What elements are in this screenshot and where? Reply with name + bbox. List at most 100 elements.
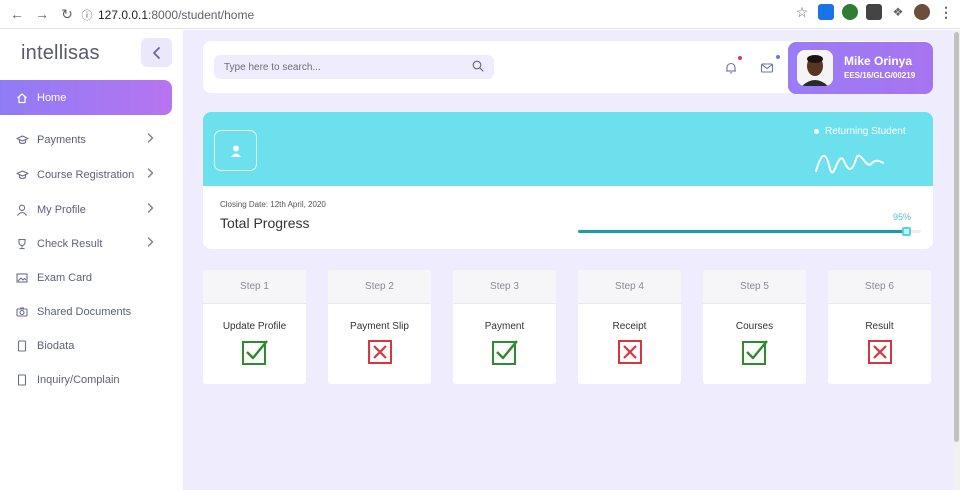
image-icon (15, 271, 29, 285)
sidebar-collapse-button[interactable] (141, 38, 172, 67)
step-title: Payment (484, 321, 525, 332)
sidebar-item-check-result[interactable]: Check Result (0, 226, 172, 261)
step-title: Result (865, 321, 894, 332)
sidebar-item-payments[interactable]: Payments (0, 122, 172, 157)
avatar (797, 50, 833, 86)
wave-icon (815, 154, 884, 174)
status-dot (814, 129, 819, 134)
extension-globe-icon[interactable] (842, 4, 858, 20)
step-card[interactable]: Step 2 Payment Slip (328, 270, 431, 384)
site-info-icon[interactable]: ⓘ (78, 7, 96, 23)
sidebar-item-exam-card[interactable]: Exam Card (0, 260, 172, 295)
mail-icon[interactable] (760, 61, 774, 75)
step-title: Receipt (612, 321, 647, 332)
user-icon (230, 145, 241, 157)
closing-date: Closing Date: 12th April, 2020 (220, 200, 326, 209)
sidebar-item-inquiry-complain[interactable]: Inquiry/Complain (0, 362, 172, 397)
step-number: Step 2 (328, 270, 431, 304)
step-card[interactable]: Step 4 Receipt (578, 270, 681, 384)
extension-dark-icon[interactable] (866, 4, 882, 20)
step-number: Step 1 (203, 270, 306, 304)
extension-screen-icon[interactable] (818, 4, 834, 20)
checkbox-cross-icon (867, 339, 893, 365)
checkbox-cross-icon (367, 339, 393, 365)
student-avatar-box (214, 130, 257, 171)
back-icon[interactable]: ← (6, 3, 28, 25)
forward-icon[interactable]: → (31, 3, 53, 25)
brand-logo: intellisas (21, 42, 100, 64)
step-card[interactable]: Step 1 Update Profile (203, 270, 306, 384)
sidebar: intellisas Home Payments Course Registrati… (0, 30, 183, 490)
kebab-menu-icon[interactable]: ⋮ (938, 4, 954, 20)
progress-card: Returning Student Closing Date: 12th Apr… (203, 112, 933, 249)
search-box[interactable] (214, 55, 494, 79)
scrollbar[interactable] (953, 30, 960, 490)
chevron-right-icon (147, 168, 154, 181)
bell-icon[interactable] (724, 61, 738, 75)
student-status: Returning Student (825, 126, 906, 137)
progress-handle (901, 227, 911, 236)
mortarboard-icon (15, 168, 29, 182)
step-number: Step 4 (578, 270, 681, 304)
document-icon (15, 373, 29, 387)
camera-icon (15, 305, 29, 319)
document-icon (15, 339, 29, 353)
profile-reg-number: EES/16/GLG/00219 (844, 71, 916, 80)
sidebar-item-label: Exam Card (37, 271, 93, 284)
checkbox-checked-icon (242, 339, 268, 365)
search-input[interactable] (214, 61, 464, 73)
mortarboard-icon (15, 133, 29, 147)
sidebar-item-label: Check Result (37, 237, 103, 250)
checkbox-checked-icon (492, 339, 518, 365)
browser-toolbar: ← → ↻ ⓘ 127.0.0.1:8000/student/home ☆ ❖ … (0, 0, 960, 29)
profile-card[interactable]: Mike Orinya EES/16/GLG/00219 (788, 42, 933, 94)
sidebar-item-course-registration[interactable]: Course Registration (0, 157, 172, 192)
checkbox-checked-icon (742, 339, 768, 365)
checkbox-cross-icon (617, 339, 643, 365)
extension-icons: ☆ ❖ ⋮ (786, 4, 954, 20)
notification-dot (738, 56, 742, 60)
message-dot (776, 55, 780, 59)
sidebar-item-label: Course Registration (37, 168, 135, 181)
sidebar-item-label: Inquiry/Complain (37, 373, 120, 386)
main-content: Mike Orinya EES/16/GLG/00219 Returning S… (183, 30, 953, 490)
chevron-right-icon (147, 133, 154, 146)
address-url: 127.0.0.1:8000/student/home (98, 8, 254, 22)
sidebar-item-label: Shared Documents (37, 305, 132, 318)
sidebar-item-label: Payments (37, 133, 86, 146)
sidebar-item-biodata[interactable]: Biodata (0, 328, 172, 363)
sidebar-item-label: Home (37, 91, 67, 104)
sidebar-item-shared-documents[interactable]: Shared Documents (0, 294, 172, 329)
step-card[interactable]: Step 5 Courses (703, 270, 806, 384)
home-icon (15, 91, 29, 105)
trophy-icon (15, 237, 29, 251)
progress-percent: 95% (893, 212, 912, 222)
puzzle-icon[interactable]: ❖ (890, 4, 906, 20)
search-icon[interactable] (472, 60, 484, 72)
user-icon (15, 203, 29, 217)
address-bar[interactable]: ⓘ 127.0.0.1:8000/student/home (78, 4, 814, 25)
chevron-left-icon (152, 46, 160, 59)
browser-profile-avatar[interactable] (914, 4, 930, 20)
chevron-right-icon (147, 203, 154, 216)
step-number: Step 5 (703, 270, 806, 304)
progress-title: Total Progress (220, 215, 310, 231)
sidebar-item-label: My Profile (37, 203, 86, 216)
url-path: :8000/student/home (148, 7, 255, 22)
reload-icon[interactable]: ↻ (56, 3, 78, 25)
progress-fill (578, 230, 904, 233)
step-card[interactable]: Step 3 Payment (453, 270, 556, 384)
sidebar-item-label: Biodata (37, 339, 75, 352)
bookmark-star-icon[interactable]: ☆ (794, 4, 810, 20)
sidebar-item-home[interactable]: Home (0, 80, 172, 115)
step-number: Step 3 (453, 270, 556, 304)
chevron-right-icon (147, 237, 154, 250)
step-card[interactable]: Step 6 Result (828, 270, 931, 384)
sidebar-item-my-profile[interactable]: My Profile (0, 192, 172, 227)
scrollbar-thumb[interactable] (954, 32, 959, 442)
step-title: Payment Slip (350, 321, 409, 332)
step-number: Step 6 (828, 270, 931, 304)
step-title: Courses (735, 321, 774, 332)
step-title: Update Profile (222, 321, 287, 332)
url-host: 127.0.0.1 (98, 7, 149, 22)
